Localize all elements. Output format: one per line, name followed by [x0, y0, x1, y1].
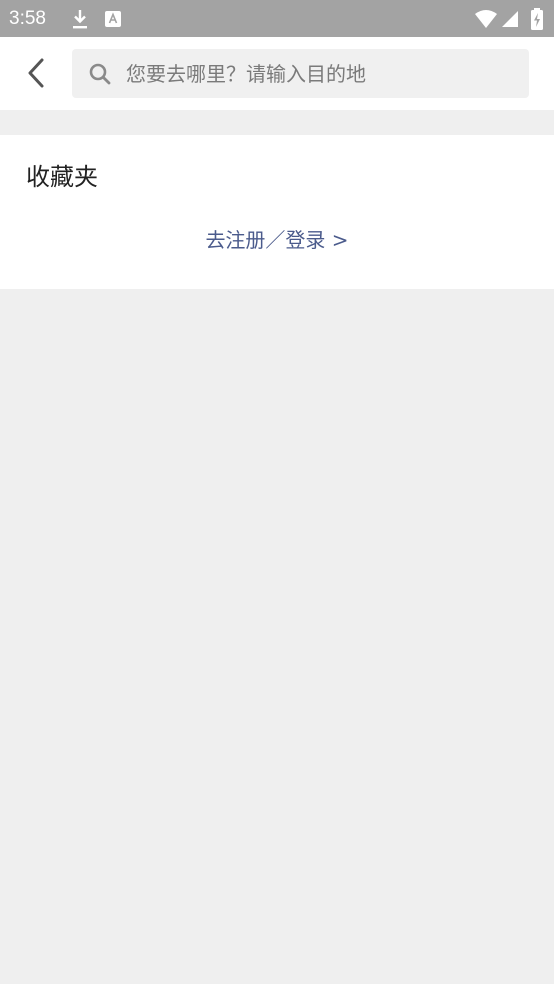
search-box[interactable]: [72, 49, 529, 98]
wifi-icon: [474, 0, 498, 37]
status-bar: 3:58: [0, 0, 554, 37]
header: [0, 37, 554, 110]
battery-icon: [530, 0, 544, 37]
favorites-title: 收藏夹: [26, 163, 98, 191]
search-input[interactable]: [126, 49, 516, 98]
favorites-card: 收藏夹 去注册／登录 >: [0, 135, 554, 289]
search-icon: [89, 63, 111, 85]
keyboard-a-icon: [104, 0, 122, 37]
back-button[interactable]: [16, 53, 56, 93]
chevron-left-icon: [28, 58, 44, 88]
download-icon: [70, 0, 90, 37]
register-login-link[interactable]: 去注册／登录 >: [0, 225, 554, 255]
status-time: 3:58: [9, 8, 46, 29]
signal-icon: [501, 0, 519, 37]
